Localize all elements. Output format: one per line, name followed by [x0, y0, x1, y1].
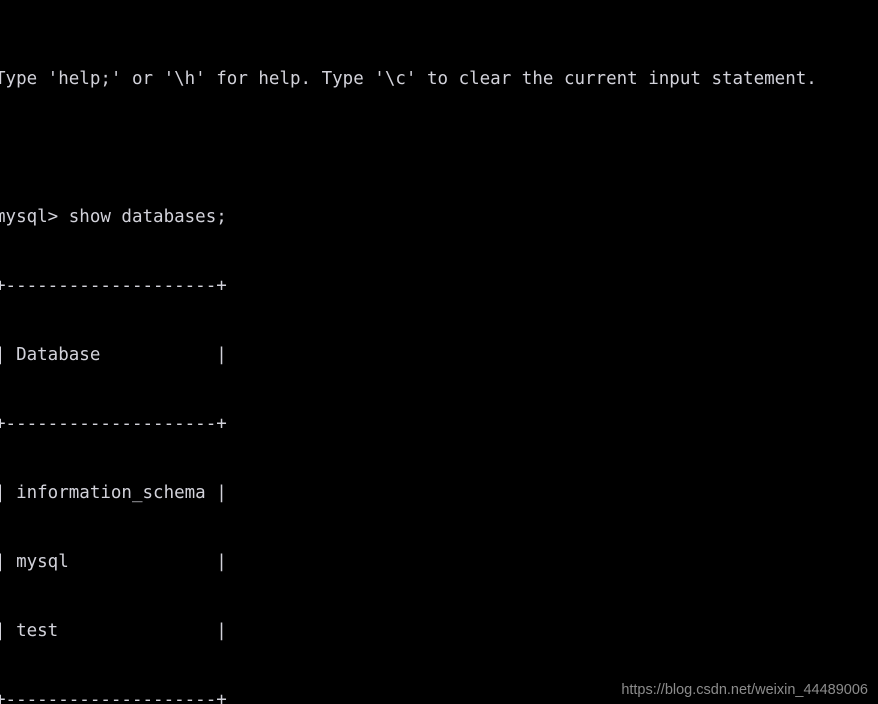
terminal-line-table-row-mysql-1: | mysql |	[0, 552, 227, 572]
terminal-line-table-border-top-1: +--------------------+	[0, 276, 227, 296]
terminal-line-table-row-test-1: | test |	[0, 621, 227, 641]
terminal-output: Type 'help;' or '\h' for help. Type '\c'…	[0, 0, 878, 704]
terminal-line-table-header-1: | Database |	[0, 345, 227, 365]
terminal-window[interactable]: Type 'help;' or '\h' for help. Type '\c'…	[0, 0, 878, 704]
terminal-line-command-show-databases-1: mysql> show databases;	[0, 207, 227, 227]
watermark-url: https://blog.csdn.net/weixin_44489006	[621, 682, 868, 698]
terminal-line-table-border-mid-1: +--------------------+	[0, 414, 227, 434]
terminal-line-help: Type 'help;' or '\h' for help. Type '\c'…	[0, 69, 817, 89]
terminal-line-table-row-information-schema-1: | information_schema |	[0, 483, 227, 503]
